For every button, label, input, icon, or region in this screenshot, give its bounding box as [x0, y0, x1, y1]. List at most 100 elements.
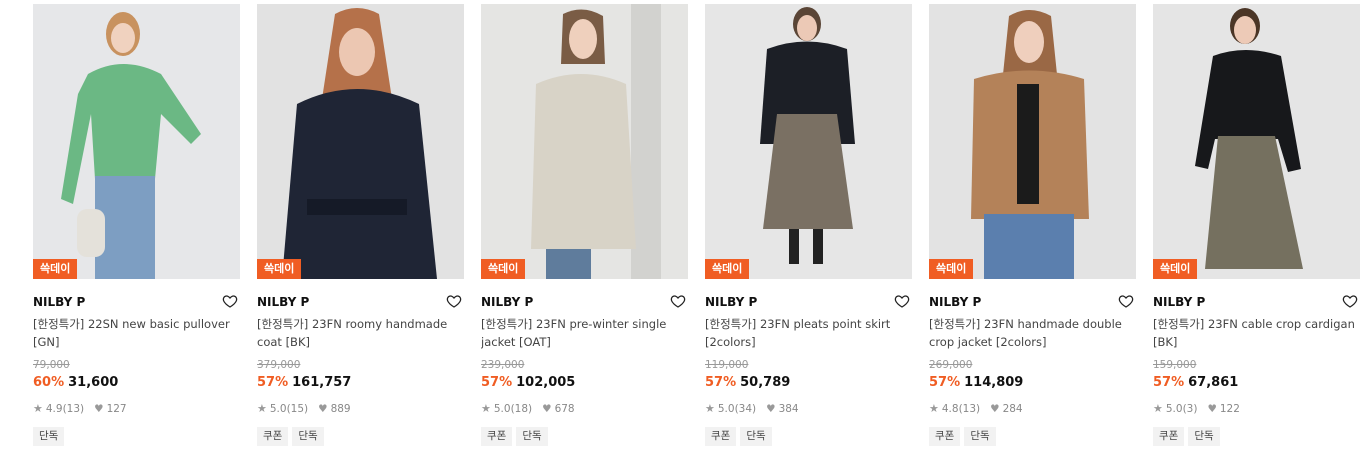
model-photo-icon: [481, 4, 688, 279]
rating: 5.0: [717, 403, 735, 415]
star-icon: ★: [929, 402, 939, 415]
tag: 단독: [516, 427, 548, 446]
review-count: (34): [734, 403, 757, 415]
like-count: 122: [1219, 403, 1240, 415]
review-stats: ★ 5.0 (3) ♥ 122: [1153, 402, 1360, 416]
price-row: 60% 31,600: [33, 374, 240, 392]
product-image[interactable]: 쓱데이: [257, 4, 464, 279]
tag-list: 쿠폰 단독: [705, 427, 912, 446]
product-card[interactable]: 쓱데이 NILBY P [한정특가] 23FN cable crop cardi…: [1153, 4, 1360, 446]
heart-icon[interactable]: [894, 293, 910, 309]
product-card[interactable]: 쓱데이 NILBY P [한정특가] 23FN pleats point ski…: [705, 4, 912, 446]
review-stats: ★ 5.0 (18) ♥ 678: [481, 402, 688, 416]
review-count: (18): [510, 403, 533, 415]
tag-list: 쿠폰 단독: [481, 427, 688, 446]
product-card[interactable]: 쓱데이 NILBY P [한정특가] 23FN pre-winter singl…: [481, 4, 688, 446]
tag-list: 쿠폰 단독: [929, 427, 1136, 446]
discount-rate: 57%: [1153, 375, 1185, 390]
product-card[interactable]: 쓱데이 NILBY P [한정특가] 23FN handmade double …: [929, 4, 1136, 446]
model-photo-icon: [929, 4, 1136, 279]
sale-price: 102,005: [516, 375, 576, 390]
rating: 4.8: [941, 403, 959, 415]
product-card[interactable]: 쓱데이 NILBY P [한정특가] 23FN roomy handmade c…: [257, 4, 464, 446]
rating: 5.0: [493, 403, 511, 415]
discount-rate: 60%: [33, 375, 65, 390]
like-count: 678: [554, 403, 575, 415]
product-name[interactable]: [한정특가] 23FN handmade double crop jacket …: [929, 315, 1136, 351]
brand-name[interactable]: NILBY P: [33, 295, 85, 309]
promo-badge: 쓱데이: [705, 259, 750, 279]
tag: 쿠폰: [1153, 427, 1185, 446]
model-photo-icon: [705, 4, 912, 279]
sale-price: 114,809: [964, 375, 1024, 390]
original-price: 79,000: [33, 359, 70, 371]
like-count: 127: [106, 403, 127, 415]
product-image[interactable]: 쓱데이: [481, 4, 688, 279]
review-count: (13): [62, 403, 85, 415]
product-name[interactable]: [한정특가] 23FN cable crop cardigan [BK]: [1153, 315, 1360, 351]
brand-name[interactable]: NILBY P: [257, 295, 309, 309]
review-count: (13): [958, 403, 981, 415]
review-count: (3): [1182, 403, 1198, 415]
star-icon: ★: [481, 402, 491, 415]
like-heart-icon: ♥: [94, 403, 104, 415]
promo-badge: 쓱데이: [929, 259, 974, 279]
heart-icon[interactable]: [222, 293, 238, 309]
product-name[interactable]: [한정특가] 23FN roomy handmade coat [BK]: [257, 315, 464, 351]
tag: 단독: [1188, 427, 1220, 446]
product-card[interactable]: 쓱데이 NILBY P [한정특가] 22SN new basic pullov…: [33, 4, 240, 446]
rating: 5.0: [269, 403, 287, 415]
tag-list: 쿠폰 단독: [1153, 427, 1360, 446]
discount-rate: 57%: [481, 375, 513, 390]
heart-icon[interactable]: [1342, 293, 1358, 309]
tag-list: 단독: [33, 427, 240, 446]
promo-badge: 쓱데이: [481, 259, 526, 279]
discount-rate: 57%: [257, 375, 289, 390]
product-image[interactable]: 쓱데이: [1153, 4, 1360, 279]
heart-icon[interactable]: [670, 293, 686, 309]
product-name[interactable]: [한정특가] 23FN pleats point skirt [2colors]: [705, 315, 912, 351]
product-image[interactable]: 쓱데이: [705, 4, 912, 279]
product-name[interactable]: [한정특가] 22SN new basic pullover [GN]: [33, 315, 240, 351]
heart-icon[interactable]: [446, 293, 462, 309]
tag: 단독: [292, 427, 324, 446]
like-heart-icon: ♥: [318, 403, 328, 415]
promo-badge: 쓱데이: [33, 259, 78, 279]
tag: 단독: [740, 427, 772, 446]
product-name[interactable]: [한정특가] 23FN pre-winter single jacket [OA…: [481, 315, 688, 351]
promo-badge: 쓱데이: [257, 259, 302, 279]
star-icon: ★: [257, 402, 267, 415]
rating: 5.0: [1165, 403, 1183, 415]
star-icon: ★: [33, 402, 43, 415]
like-count: 284: [1002, 403, 1023, 415]
original-price: 239,000: [481, 359, 525, 371]
price-row: 57% 102,005: [481, 374, 688, 392]
brand-name[interactable]: NILBY P: [1153, 295, 1205, 309]
product-image[interactable]: 쓱데이: [33, 4, 240, 279]
product-grid: 쓱데이 NILBY P [한정특가] 22SN new basic pullov…: [0, 0, 1365, 459]
brand-name[interactable]: NILBY P: [481, 295, 533, 309]
heart-icon[interactable]: [1118, 293, 1134, 309]
product-image[interactable]: 쓱데이: [929, 4, 1136, 279]
star-icon: ★: [1153, 402, 1163, 415]
review-stats: ★ 5.0 (34) ♥ 384: [705, 402, 912, 416]
like-count: 889: [330, 403, 351, 415]
tag: 단독: [964, 427, 996, 446]
tag-list: 쿠폰 단독: [257, 427, 464, 446]
brand-name[interactable]: NILBY P: [929, 295, 981, 309]
price-row: 57% 50,789: [705, 374, 912, 392]
price-row: 57% 67,861: [1153, 374, 1360, 392]
like-heart-icon: ♥: [766, 403, 776, 415]
original-price: 159,000: [1153, 359, 1197, 371]
like-heart-icon: ♥: [1207, 403, 1217, 415]
review-stats: ★ 4.9 (13) ♥ 127: [33, 402, 240, 416]
original-price: 119,000: [705, 359, 749, 371]
discount-rate: 57%: [929, 375, 961, 390]
original-price: 379,000: [257, 359, 301, 371]
review-count: (15): [286, 403, 309, 415]
tag: 단독: [33, 427, 65, 446]
original-price: 269,000: [929, 359, 973, 371]
rating: 4.9: [45, 403, 63, 415]
sale-price: 31,600: [68, 375, 119, 390]
brand-name[interactable]: NILBY P: [705, 295, 757, 309]
